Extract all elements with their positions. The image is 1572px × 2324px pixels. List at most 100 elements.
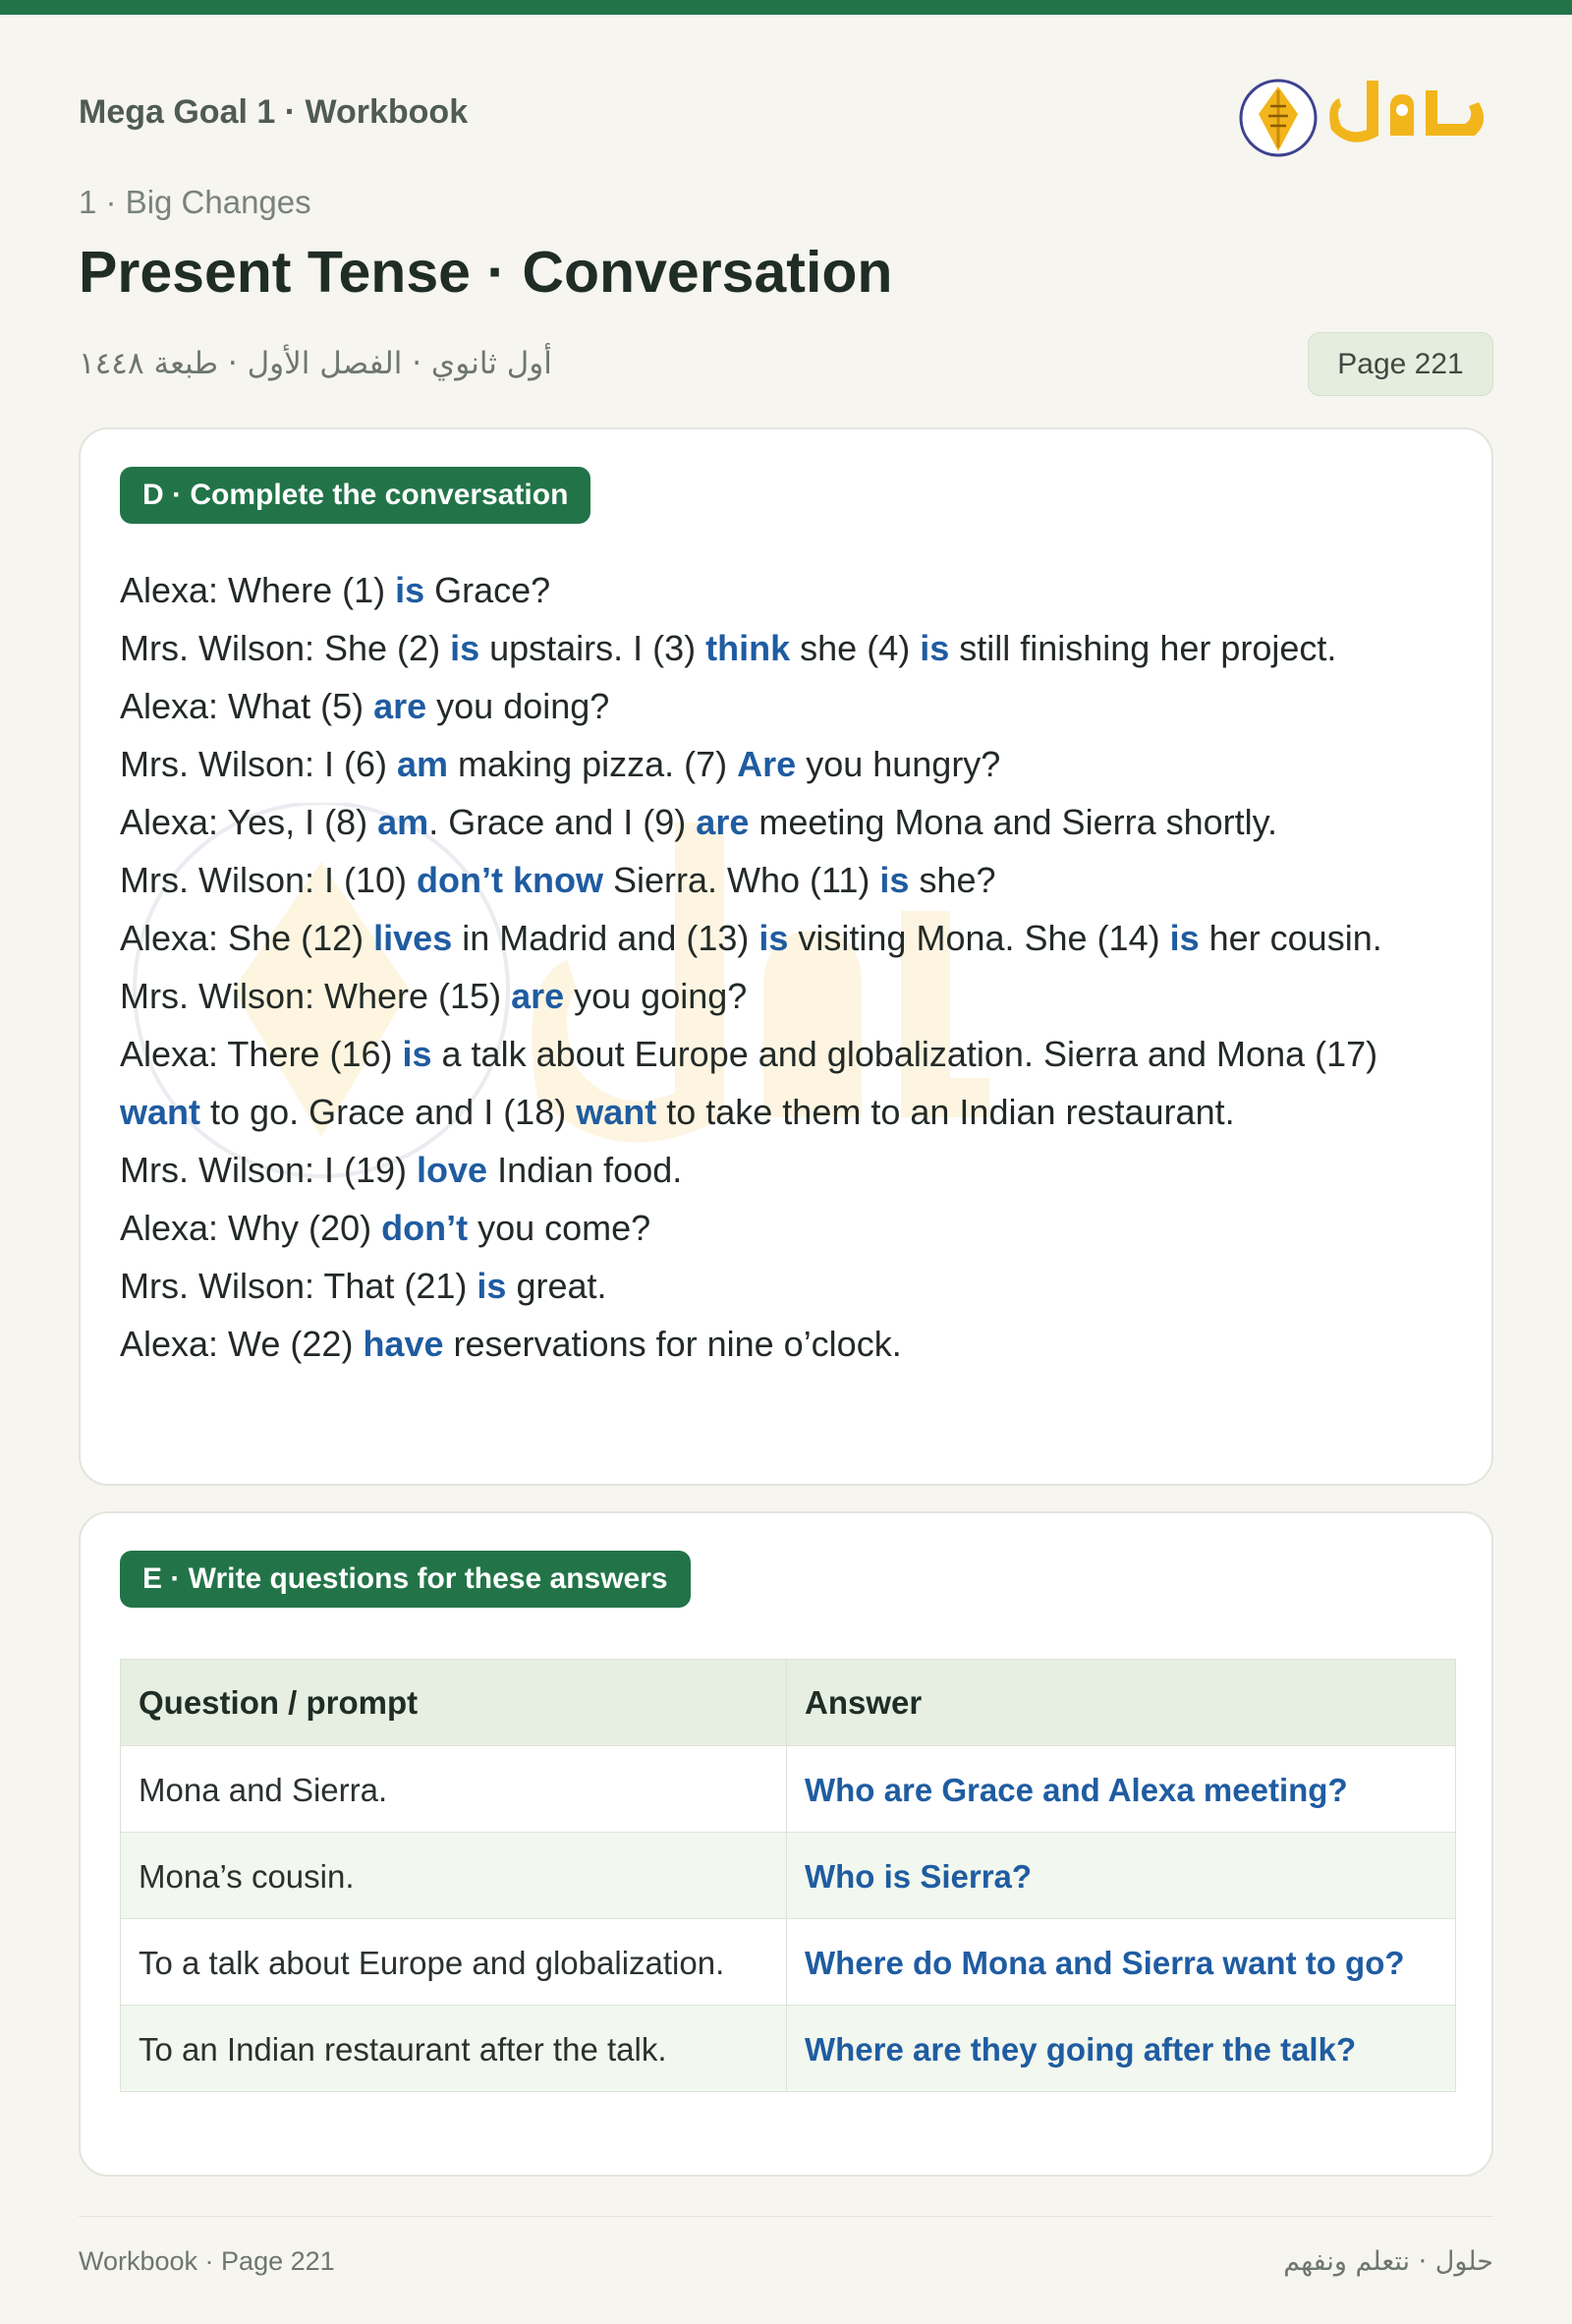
section-d-card: D · Complete the conversation Alexa: Whe… <box>79 427 1493 1486</box>
answer-word: love <box>417 1150 488 1190</box>
answer-word: is <box>920 628 950 668</box>
dialogue-text: Alexa: Where (1) <box>120 570 396 610</box>
prompt-cell: Mona and Sierra. <box>120 1745 787 1833</box>
unit-label: 1 · Big Changes <box>79 184 311 220</box>
table-row: Mona’s cousin. Who is Sierra? <box>120 1832 1456 1919</box>
answer-word: is <box>879 860 910 900</box>
conversation-line: Alexa: We (22) have reservations for nin… <box>120 1315 1456 1373</box>
book-title: Mega Goal 1 · Workbook <box>79 93 469 131</box>
dialogue-text: to go. Grace and I (18) <box>200 1092 577 1132</box>
table-row: To a talk about Europe and globalization… <box>120 1918 1456 2006</box>
answer-word: don’t know <box>417 860 603 900</box>
answer-word: is <box>477 1266 507 1306</box>
answer-word: are <box>373 686 427 726</box>
dialogue-text: Mrs. Wilson: I (19) <box>120 1150 418 1190</box>
dialogue-text: you doing? <box>426 686 610 726</box>
conversation-line: Alexa: Where (1) is Grace? <box>120 561 1456 619</box>
dialogue-text: Alexa: There (16) <box>120 1034 403 1074</box>
conversation-line: Mrs. Wilson: Where (15) are you going? <box>120 967 1456 1025</box>
dialogue-text: Alexa: Yes, I (8) <box>120 802 378 842</box>
dialogue-text: Alexa: We (22) <box>120 1324 364 1364</box>
conversation-line: Alexa: What (5) are you doing? <box>120 677 1456 735</box>
dialogue-text: she? <box>909 860 996 900</box>
answer-cell: Where do Mona and Sierra want to go? <box>786 1918 1456 2006</box>
dialogue-text: Alexa: Why (20) <box>120 1208 382 1248</box>
conversation-line: Mrs. Wilson: I (10) don’t know Sierra. W… <box>120 851 1456 909</box>
dialogue-text: Mrs. Wilson: That (21) <box>120 1266 477 1306</box>
prompt-cell: To an Indian restaurant after the talk. <box>120 2005 787 2092</box>
answer-word: lives <box>373 918 453 958</box>
answer-word: don’t <box>381 1208 469 1248</box>
conversation-line: Mrs. Wilson: I (19) love Indian food. <box>120 1141 1456 1199</box>
conversation-line: Alexa: She (12) lives in Madrid and (13)… <box>120 909 1456 967</box>
dialogue-text: to take them to an Indian restaurant. <box>656 1092 1235 1132</box>
section-e-heading: E · Write questions for these answers <box>120 1551 691 1608</box>
answer-word: am <box>397 744 449 784</box>
page-title: Present Tense · Conversation <box>79 240 893 305</box>
conversation-line: Alexa: There (16) is a talk about Europe… <box>120 1025 1456 1141</box>
hulool-logo <box>1239 79 1485 157</box>
dialogue-text: Alexa: She (12) <box>120 918 374 958</box>
dialogue-text: Grace? <box>424 570 551 610</box>
footer-page-label: Workbook · Page 221 <box>79 2246 335 2276</box>
dialogue-text: Alexa: What (5) <box>120 686 374 726</box>
conversation-line: Mrs. Wilson: She (2) is upstairs. I (3) … <box>120 619 1456 677</box>
dialogue-text: Indian food. <box>487 1150 683 1190</box>
answer-word: is <box>402 1034 432 1074</box>
dialogue-text: . Grace and I (9) <box>428 802 697 842</box>
grade-term-edition: أول ثانوي · الفصل الأول · طبعة ١٤٤٨ <box>79 346 552 381</box>
table-header-row: Question / prompt Answer <box>120 1659 1456 1746</box>
dialogue-text: upstairs. I (3) <box>479 628 706 668</box>
dialogue-text: you hungry? <box>796 744 1001 784</box>
answer-word: is <box>758 918 789 958</box>
conversation-line: Alexa: Yes, I (8) am. Grace and I (9) ar… <box>120 793 1456 851</box>
answer-word: is <box>450 628 480 668</box>
section-d-heading: D · Complete the conversation <box>120 467 591 524</box>
dialogue-text: in Madrid and (13) <box>452 918 759 958</box>
dialogue-text: making pizza. (7) <box>448 744 738 784</box>
dialogue-text: still finishing her project. <box>949 628 1337 668</box>
answer-cell: Who are Grace and Alexa meeting? <box>786 1745 1456 1833</box>
conversation-line: Mrs. Wilson: I (6) am making pizza. (7) … <box>120 735 1456 793</box>
footer-divider <box>79 2216 1493 2217</box>
answer-word: is <box>1169 918 1200 958</box>
footer-brand-tagline: حلول · نتعلم ونفهم <box>1283 2246 1493 2277</box>
dialogue-text: Mrs. Wilson: I (6) <box>120 744 398 784</box>
dialogue-text: a talk about Europe and globalization. S… <box>431 1034 1378 1074</box>
table-row: Mona and Sierra. Who are Grace and Alexa… <box>120 1745 1456 1833</box>
dialogue-text: you come? <box>468 1208 651 1248</box>
answer-word: is <box>395 570 425 610</box>
answer-word: want <box>576 1092 657 1132</box>
answer-cell: Where are they going after the talk? <box>786 2005 1456 2092</box>
answer-word: am <box>377 802 429 842</box>
dialogue-text: Sierra. Who (11) <box>603 860 880 900</box>
dialogue-text: great. <box>506 1266 607 1306</box>
prompt-cell: To a talk about Europe and globalization… <box>120 1918 787 2006</box>
dialogue-text: her cousin. <box>1199 918 1382 958</box>
answer-word: want <box>120 1092 201 1132</box>
dialogue-text: reservations for nine o’clock. <box>443 1324 902 1364</box>
column-header-answer: Answer <box>786 1659 1456 1746</box>
dialogue-text: Mrs. Wilson: I (10) <box>120 860 418 900</box>
answer-word: have <box>363 1324 444 1364</box>
dialogue-text: Mrs. Wilson: Where (15) <box>120 976 512 1016</box>
conversation-line: Alexa: Why (20) don’t you come? <box>120 1199 1456 1257</box>
top-accent-bar <box>0 0 1572 15</box>
dialogue-text: visiting Mona. She (14) <box>788 918 1170 958</box>
answer-cell: Who is Sierra? <box>786 1832 1456 1919</box>
dialogue-text: meeting Mona and Sierra shortly. <box>749 802 1277 842</box>
section-e-card: E · Write questions for these answers Qu… <box>79 1511 1493 2177</box>
conversation-line: Mrs. Wilson: That (21) is great. <box>120 1257 1456 1315</box>
prompt-cell: Mona’s cousin. <box>120 1832 787 1919</box>
answer-word: Are <box>737 744 797 784</box>
page-number-badge: Page 221 <box>1308 332 1493 396</box>
conversation-text: Alexa: Where (1) is Grace? Mrs. Wilson: S… <box>120 561 1456 1373</box>
answer-word: are <box>511 976 565 1016</box>
dialogue-text: Mrs. Wilson: She (2) <box>120 628 451 668</box>
questions-table: Question / prompt Answer Mona and Sierra… <box>120 1659 1456 2092</box>
dialogue-text: you going? <box>564 976 748 1016</box>
dialogue-text: she (4) <box>790 628 921 668</box>
column-header-prompt: Question / prompt <box>120 1659 787 1746</box>
table-row: To an Indian restaurant after the talk. … <box>120 2005 1456 2092</box>
answer-word: think <box>705 628 791 668</box>
